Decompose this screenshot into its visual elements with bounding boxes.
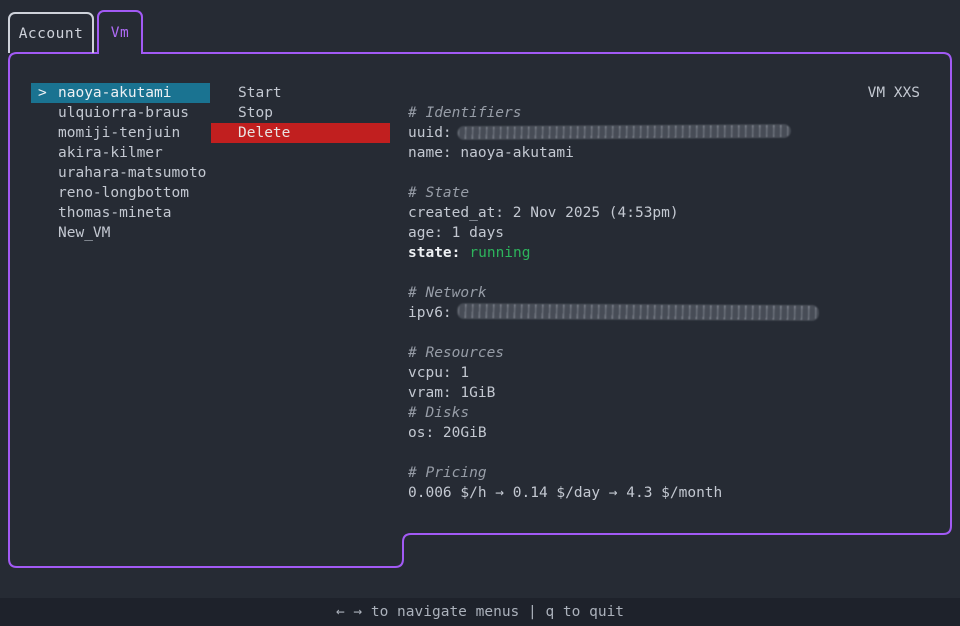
vm-name: thomas-mineta [58,205,172,221]
disks-header: # Disks [408,403,952,423]
vm-name: akira-kilmer [58,145,163,161]
vm-action-label: Stop [238,105,273,121]
vm-list-item[interactable]: urahara-matsumoto [31,163,210,183]
vm-action-item[interactable]: Start [211,83,390,103]
vm-list-item[interactable]: momiji-tenjuin [31,123,210,143]
resources-header: # Resources [408,343,952,363]
uuid-label: uuid: [408,125,452,141]
vm-name: urahara-matsumoto [58,165,206,181]
vm-name: reno-longbottom [58,185,189,201]
state-header: # State [408,183,952,203]
state-line: state: running [408,243,952,263]
blank-row [408,263,952,283]
vm-name: New_VM [58,225,110,241]
vm-list-item[interactable]: reno-longbottom [31,183,210,203]
vcpu-line: vcpu: 1 [408,363,952,383]
tab-account[interactable]: Account [8,12,94,53]
state-label: state: [408,245,460,261]
vm-list-item[interactable]: akira-kilmer [31,143,210,163]
vm-action-label: Start [238,85,282,101]
vm-details-panel: VM XXS # Identifiers uuid: name: naoya-a… [408,83,952,503]
vm-list-item[interactable]: New_VM [31,223,210,243]
vm-list-item[interactable]: thomas-mineta [31,203,210,223]
uuid-redacted-value [458,125,790,139]
vm-list: >naoya-akutami ulquiorra-braus momiji-te… [31,83,210,243]
pricing-header: # Pricing [408,463,952,483]
blank-row [408,443,952,463]
vm-action-label: Delete [238,125,290,141]
age-line: age: 1 days [408,223,952,243]
vm-size-badge: VM XXS [408,83,952,103]
ipv6-line: ipv6: [408,303,952,323]
pricing-line: 0.006 $/h → 0.14 $/day → 4.3 $/month [408,483,952,503]
vm-action-item[interactable]: Delete [211,123,390,143]
vm-list-item[interactable]: ulquiorra-braus [31,103,210,123]
network-header: # Network [408,283,952,303]
vm-list-item[interactable]: >naoya-akutami [31,83,210,103]
vram-line: vram: 1GiB [408,383,952,403]
blank-row [408,323,952,343]
vm-name: ulquiorra-braus [58,105,189,121]
vm-name: naoya-akutami [58,85,172,101]
ipv6-label: ipv6: [408,305,452,321]
name-line: name: naoya-akutami [408,143,952,163]
tab-vm[interactable]: Vm [97,10,143,53]
selected-arrow-icon: > [38,83,58,103]
vm-name: momiji-tenjuin [58,125,180,141]
vm-action-menu: Start Stop Delete [211,83,390,143]
created-at-line: created_at: 2 Nov 2025 (4:53pm) [408,203,952,223]
ipv6-redacted-value [458,304,818,320]
footer-help-bar: ← → to navigate menus | q to quit [0,598,960,626]
uuid-line: uuid: [408,123,952,143]
vm-action-item[interactable]: Stop [211,103,390,123]
identifiers-header: # Identifiers [408,103,952,123]
state-value: running [469,245,530,261]
blank-row [408,163,952,183]
tab-vm-label: Vm [111,25,129,41]
tab-account-label: Account [19,26,84,42]
footer-hint: ← → to navigate menus | q to quit [336,604,624,620]
os-disk-line: os: 20GiB [408,423,952,443]
